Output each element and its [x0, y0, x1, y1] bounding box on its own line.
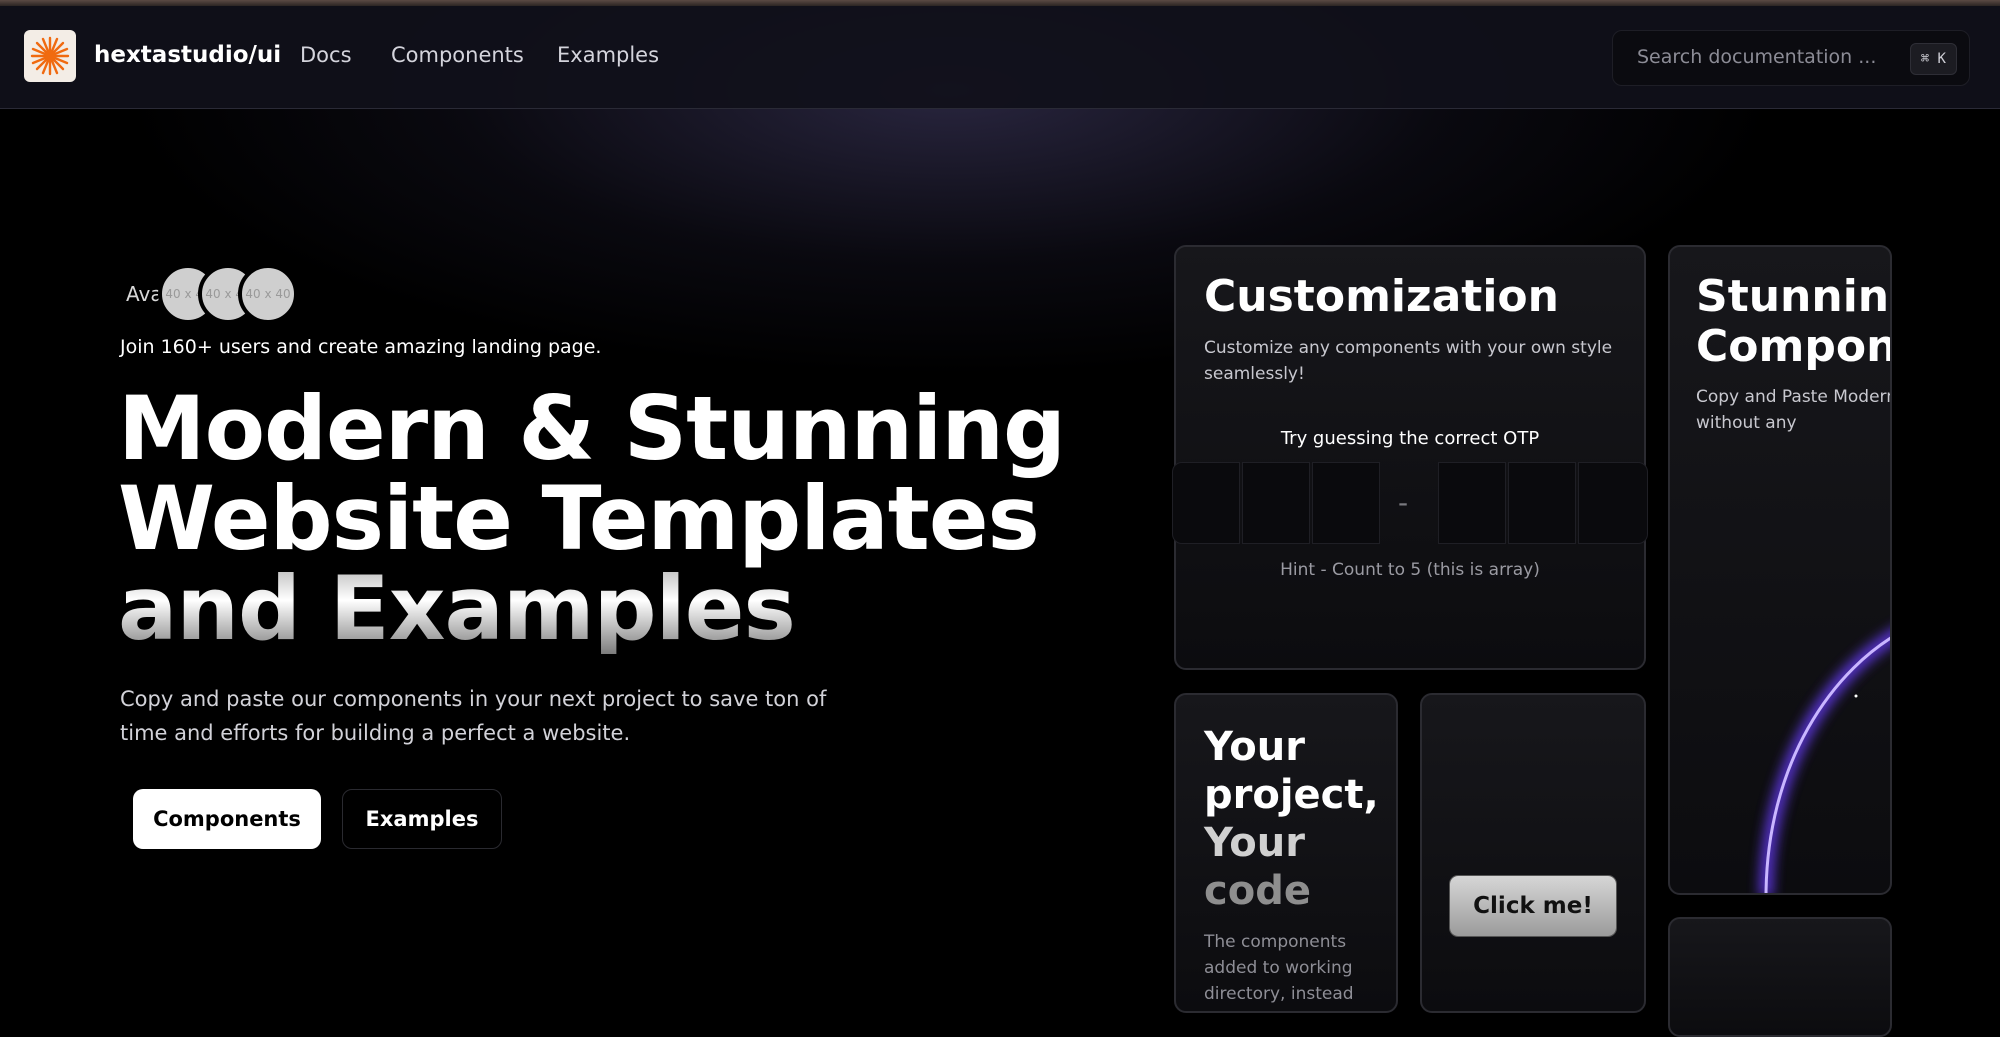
card-title-line: code	[1204, 868, 1311, 914]
brand-name[interactable]: hextastudio/ui	[94, 42, 281, 68]
planet-arc-graphic	[1759, 630, 1890, 893]
search-input[interactable]: Search documentation ... ⌘ K	[1612, 30, 1970, 86]
otp-digit-input[interactable]	[1312, 462, 1380, 544]
otp-hint: Hint - Count to 5 (this is array)	[1280, 560, 1540, 580]
hero-title-line: Modern & Stunning	[118, 377, 1066, 480]
nav-examples[interactable]: Examples	[557, 43, 659, 67]
otp-title: Try guessing the correct OTP	[1280, 428, 1540, 449]
hero-title-line: and Examples	[118, 564, 1065, 654]
card-description: Customize any components with your own s…	[1204, 338, 1613, 384]
hero-title: Modern & Stunning Website Templates and …	[118, 377, 1066, 654]
nav-docs[interactable]: Docs	[300, 43, 352, 67]
otp-digit-input[interactable]	[1578, 462, 1648, 544]
otp-digit-input[interactable]	[1508, 462, 1576, 544]
click-card	[1420, 693, 1646, 1013]
stunning-components-card: Stunning Compone Copy and Paste Modern c…	[1668, 245, 1892, 895]
top-navbar: hextastudio/ui Docs Components Examples …	[0, 6, 2000, 109]
card-title-line: Your	[1204, 820, 1305, 866]
otp-separator: -	[1398, 486, 1409, 519]
otp-digit-input[interactable]	[1438, 462, 1506, 544]
nav-components[interactable]: Components	[391, 43, 524, 67]
components-button[interactable]: Components	[133, 789, 321, 849]
hero-title-line: Website Templates	[118, 467, 1040, 570]
brand-logo[interactable]	[24, 30, 76, 82]
sunburst-icon	[30, 36, 70, 76]
shortcut-badge: ⌘ K	[1909, 43, 1957, 75]
hero-subtitle: Copy and paste our components in your ne…	[120, 687, 827, 745]
customization-card: Customization Customize any components w…	[1174, 245, 1646, 670]
otp-digit-input[interactable]	[1242, 462, 1310, 544]
avatar: 40 x 40	[238, 264, 298, 324]
join-text: Join 160+ users and create amazing landi…	[120, 336, 602, 358]
otp-input-group: -	[1172, 462, 1648, 544]
partial-card	[1668, 917, 1892, 1037]
otp-digit-input[interactable]	[1172, 462, 1240, 544]
card-title-line: Your	[1204, 724, 1305, 770]
click-me-button[interactable]: Click me!	[1450, 876, 1616, 936]
card-description: The components added to working director…	[1204, 932, 1354, 1011]
card-title-line: project,	[1204, 772, 1379, 818]
examples-button[interactable]: Examples	[342, 789, 502, 849]
search-placeholder: Search documentation ...	[1637, 46, 1877, 68]
card-title: Customization	[1204, 271, 1559, 322]
project-code-card: Your project, Your code The components a…	[1174, 693, 1398, 1013]
